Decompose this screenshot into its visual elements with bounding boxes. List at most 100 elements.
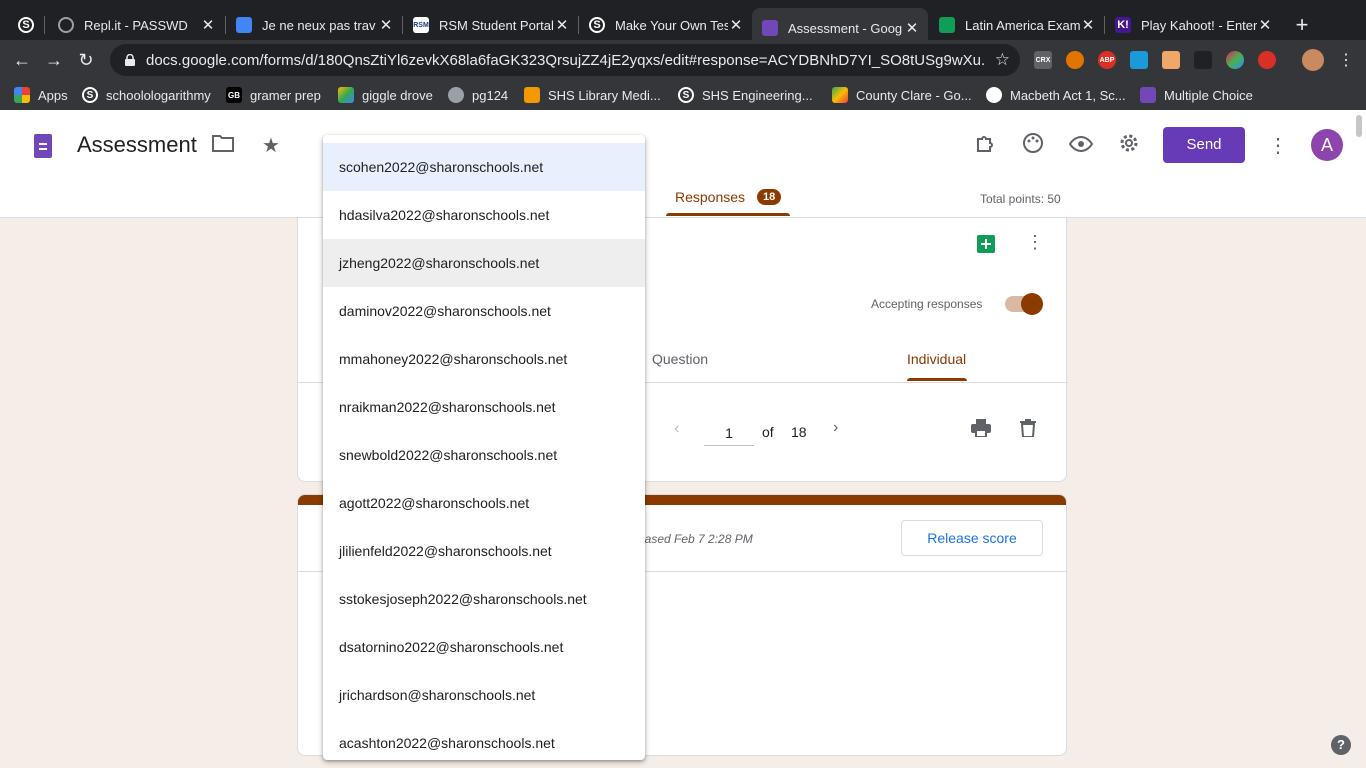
browser-menu-icon[interactable]: ⋮ <box>1338 50 1354 70</box>
bookmark-label: SHS Engineering... <box>702 87 813 103</box>
print-icon[interactable] <box>971 419 991 442</box>
dropdown-option[interactable]: scohen2022@sharonschools.net <box>323 143 645 191</box>
tab-kahoot[interactable]: K! Play Kahoot! - Enter ✕ <box>1105 8 1281 42</box>
bookmark-label: schoolologarithmy <box>106 87 211 103</box>
dropdown-option[interactable]: mmahoney2022@sharonschools.net <box>323 335 645 383</box>
tab-title: Assessment - Goog <box>788 20 903 36</box>
kahoot-icon: K! <box>1115 17 1131 33</box>
s-circle-icon: S <box>678 87 694 103</box>
browser-toolbar: ← → ↻ docs.google.com/forms/d/180QnsZtiY… <box>0 40 1366 80</box>
more-vert-icon[interactable]: ⋮ <box>1026 232 1044 253</box>
owl-extension-icon[interactable] <box>1066 51 1084 69</box>
help-icon[interactable]: ? <box>1331 735 1351 755</box>
dropdown-option[interactable]: snewbold2022@sharonschools.net <box>323 431 645 479</box>
crx-extension-icon[interactable]: CRX <box>1034 51 1052 69</box>
tab-title: Make Your Own Tes <box>615 17 728 33</box>
back-arrow-icon[interactable]: ← <box>10 48 34 72</box>
adblock-extension-icon[interactable]: ABP <box>1098 51 1116 69</box>
tab-responses[interactable]: Responses 18 <box>675 189 782 205</box>
bookmark-giggle-drove[interactable]: giggle drove <box>338 87 433 103</box>
dropdown-option[interactable]: daminov2022@sharonschools.net <box>323 287 645 335</box>
bookmark-shs-engineering[interactable]: S SHS Engineering... <box>678 87 813 103</box>
dropdown-option[interactable]: nraikman2022@sharonschools.net <box>323 383 645 431</box>
dropdown-option[interactable]: jrichardson@sharonschools.net <box>323 671 645 719</box>
tab-make-test[interactable]: S Make Your Own Tes ✕ <box>579 8 752 42</box>
globe-icon <box>448 87 464 103</box>
settings-gear-icon[interactable] <box>1115 132 1143 160</box>
bookmark-label: SHS Library Medi... <box>548 87 661 103</box>
bookmark-pg124[interactable]: pg124 <box>448 87 508 103</box>
close-icon[interactable]: ✕ <box>554 16 570 34</box>
star-icon[interactable]: ★ <box>257 132 285 160</box>
release-score-button[interactable]: Release score <box>901 520 1043 556</box>
bookmark-schoology[interactable]: S schoolologarithmy <box>82 87 211 103</box>
trash-icon[interactable] <box>1020 419 1036 442</box>
bookmark-label: Macbeth Act 1, Sc... <box>1010 87 1126 103</box>
tab-title: Je ne neux pas trav <box>262 17 376 33</box>
page-scrollbar[interactable] <box>1356 115 1362 137</box>
preview-eye-icon[interactable] <box>1067 132 1095 160</box>
bookmark-apps[interactable]: Apps <box>14 87 68 103</box>
bookmarks-bar: Apps S schoolologarithmy GB gramer prep … <box>0 80 1366 110</box>
extension-icon[interactable] <box>1258 51 1276 69</box>
more-vert-icon[interactable]: ⋮ <box>1264 132 1292 160</box>
tab-rsm[interactable]: RSM RSM Student Portal ✕ <box>403 8 578 42</box>
forms-icon <box>762 20 778 36</box>
bookmark-macbeth[interactable]: Macbeth Act 1, Sc... <box>986 87 1126 103</box>
forward-arrow-icon[interactable]: → <box>42 48 66 72</box>
extension-icon[interactable] <box>1194 51 1212 69</box>
dropdown-option[interactable]: agott2022@sharonschools.net <box>323 479 645 527</box>
forms-header: Assessment ★ Send ⋮ A s Responses 18 Tot… <box>0 110 1366 218</box>
dropdown-option[interactable]: acashton2022@sharonschools.net <box>323 719 645 760</box>
close-icon[interactable]: ✕ <box>1257 16 1273 34</box>
profile-avatar[interactable] <box>1302 49 1324 71</box>
close-icon[interactable]: ✕ <box>904 19 920 37</box>
dropdown-option[interactable]: jzheng2022@sharonschools.net <box>323 239 645 287</box>
send-button[interactable]: Send <box>1163 127 1245 163</box>
new-tab-plus-icon[interactable]: + <box>1292 12 1312 38</box>
page-number-input[interactable]: 1 <box>704 420 754 446</box>
extension-icon[interactable] <box>1162 51 1180 69</box>
bookmark-shs-library[interactable]: SHS Library Medi... <box>524 87 661 103</box>
bookmark-label: County Clare - Go... <box>856 87 972 103</box>
docs-icon <box>236 17 252 33</box>
bookmark-label: pg124 <box>472 87 509 103</box>
bookmark-star-icon[interactable]: ☆ <box>995 50 1010 70</box>
url-text: docs.google.com/forms/d/180QnsZtiYl6zevk… <box>146 51 986 69</box>
chevron-right-icon[interactable]: › <box>833 419 838 437</box>
subtab-question[interactable]: Question <box>652 351 708 367</box>
folder-icon[interactable] <box>209 132 237 160</box>
close-icon[interactable]: ✕ <box>728 16 744 34</box>
active-tab-indicator <box>666 213 790 216</box>
accepting-responses-toggle[interactable] <box>1005 293 1043 315</box>
dropdown-option[interactable]: hdasilva2022@sharonschools.net <box>323 191 645 239</box>
tab-latin-america[interactable]: Latin America Exam ✕ <box>929 8 1104 42</box>
dropdown-option[interactable]: dsatornino2022@sharonschools.net <box>323 623 645 671</box>
bookmark-multiple-choice[interactable]: Multiple Choice <box>1140 87 1253 103</box>
palette-icon[interactable] <box>1019 132 1047 160</box>
subtab-individual[interactable]: Individual <box>907 351 966 367</box>
close-icon[interactable]: ✕ <box>378 16 394 34</box>
respondent-dropdown[interactable]: scohen2022@sharonschools.net hdasilva202… <box>323 135 645 760</box>
address-bar[interactable]: docs.google.com/forms/d/180QnsZtiYl6zevk… <box>110 44 1020 76</box>
tab-pinned-s[interactable]: S <box>8 8 44 42</box>
close-icon[interactable]: ✕ <box>200 16 216 34</box>
active-subtab-indicator <box>907 378 967 381</box>
reload-icon[interactable]: ↻ <box>74 48 98 72</box>
dropdown-option[interactable]: jlilienfeld2022@sharonschools.net <box>323 527 645 575</box>
tab-replit[interactable]: Repl.it - PASSWD ✕ <box>48 8 224 42</box>
dropdown-option[interactable]: sstokesjoseph2022@sharonschools.net <box>323 575 645 623</box>
bookmark-county-clare[interactable]: County Clare - Go... <box>832 87 972 103</box>
forms-logo-icon[interactable] <box>34 134 52 158</box>
sheets-icon[interactable] <box>977 235 995 253</box>
bookmark-gramer-prep[interactable]: GB gramer prep <box>226 87 321 103</box>
color-extension-icon[interactable] <box>1226 51 1244 69</box>
extension-icon[interactable] <box>1130 51 1148 69</box>
tab-docs[interactable]: Je ne neux pas trav ✕ <box>226 8 402 42</box>
form-title[interactable]: Assessment <box>77 132 197 158</box>
tab-title: RSM Student Portal <box>439 17 554 33</box>
chevron-left-icon[interactable]: ‹ <box>674 420 679 438</box>
close-icon[interactable]: ✕ <box>1080 16 1096 34</box>
account-avatar[interactable]: A <box>1311 129 1343 161</box>
addons-puzzle-icon[interactable] <box>971 132 999 160</box>
